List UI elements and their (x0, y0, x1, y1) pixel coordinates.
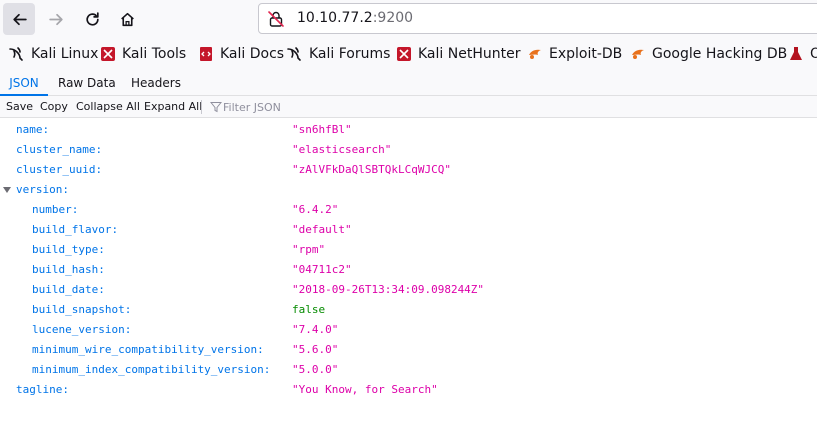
forward-button[interactable] (40, 3, 72, 35)
json-toolbar: Save Copy Collapse All Expand All (0, 96, 817, 118)
bookmark-label: Kali Linux (31, 46, 99, 62)
expand-all-button[interactable]: Expand All (144, 100, 202, 114)
save-button[interactable]: Save (6, 100, 33, 114)
json-row[interactable]: tagline: "You Know, for Search" (0, 380, 817, 400)
bookmark-label: Kali NetHunter (418, 46, 521, 62)
json-row[interactable]: minimum_index_compatibility_version: "5.… (0, 360, 817, 380)
exploit-db-icon (529, 49, 541, 59)
filter-icon (210, 102, 222, 113)
bookmark-kali-nethunter[interactable]: Kali NetHunter (396, 45, 520, 63)
bookmark-exploit-db[interactable]: Exploit-DB (527, 45, 622, 63)
expand-toggle-icon[interactable] (3, 187, 11, 193)
json-value: "04711c2" (292, 263, 352, 276)
json-key: build_snapshot: (32, 303, 132, 316)
json-row[interactable]: build_hash: "04711c2" (0, 260, 817, 280)
kali-nethunter-icon (397, 47, 411, 61)
toolbar-divider (201, 100, 202, 114)
json-key: lucene_version: (32, 323, 132, 336)
address-bar[interactable]: 10.10.77.2:9200 (258, 3, 817, 34)
insecure-lock-icon (268, 11, 284, 27)
json-value: "7.4.0" (292, 323, 339, 336)
kali-dragon-icon (9, 47, 23, 61)
json-row[interactable]: build_type: "rpm" (0, 240, 817, 260)
bookmark-kali-tools[interactable]: Kali Tools (100, 45, 186, 63)
json-key: name: (16, 123, 50, 136)
json-row[interactable]: number: "6.4.2" (0, 200, 817, 220)
json-value: "sn6hfBl" (292, 123, 352, 136)
json-value: "elasticsearch" (292, 143, 392, 156)
json-value: "rpm" (292, 243, 326, 256)
bookmark-kali-docs[interactable]: Kali Docs (198, 45, 284, 63)
json-key: build_hash: (32, 263, 105, 276)
home-icon (120, 12, 134, 26)
url-host: 10.10.77.2 (297, 10, 373, 26)
json-key: cluster_uuid: (16, 163, 103, 176)
json-value: "5.0.0" (292, 363, 339, 376)
offsec-icon (790, 47, 802, 60)
home-button[interactable] (111, 3, 143, 35)
json-key: build_type: (32, 243, 105, 256)
url-port: :9200 (372, 10, 414, 26)
tab-json[interactable]: JSON (0, 70, 48, 96)
collapse-all-button[interactable]: Collapse All (76, 100, 140, 114)
json-value: false (292, 303, 326, 316)
navigation-toolbar: 10.10.77.2:9200 (0, 0, 817, 38)
kali-docs-icon (200, 47, 212, 61)
kali-tools-icon (101, 47, 115, 61)
json-value: "6.4.2" (292, 203, 339, 216)
bookmark-google-hacking-db[interactable]: Google Hacking DB (630, 45, 787, 63)
json-key: minimum_wire_compatibility_version: (32, 343, 264, 356)
json-key: build_flavor: (32, 223, 119, 236)
json-row[interactable]: build_snapshot: false (0, 300, 817, 320)
json-row[interactable]: lucene_version: "7.4.0" (0, 320, 817, 340)
exploit-db-icon (632, 49, 644, 59)
json-key: version: (16, 183, 69, 196)
bookmark-offsec[interactable]: O (788, 45, 817, 63)
bookmark-label: Kali Docs (220, 46, 285, 62)
tab-raw-data[interactable]: Raw Data (58, 70, 116, 96)
json-key: number: (32, 203, 79, 216)
bookmark-label: Kali Tools (122, 46, 187, 62)
json-key: build_date: (32, 283, 105, 296)
bookmark-kali-forums[interactable]: Kali Forums (287, 45, 390, 63)
bookmark-label: Exploit-DB (549, 46, 623, 62)
json-value: "You Know, for Search" (292, 383, 438, 396)
json-key: minimum_index_compatibility_version: (32, 363, 271, 376)
arrow-left-icon (12, 13, 27, 25)
arrow-right-icon (48, 13, 63, 25)
json-row[interactable]: cluster_name: "elasticsearch" (0, 140, 817, 160)
json-row[interactable]: cluster_uuid: "zAlVFkDaQlSBTQkLCqWJCQ" (0, 160, 817, 180)
json-key: tagline: (16, 383, 69, 396)
json-value: "2018-09-26T13:34:09.098244Z" (292, 283, 485, 296)
kali-dragon-icon (287, 47, 301, 61)
copy-button[interactable]: Copy (40, 100, 68, 114)
bookmark-label: Google Hacking DB (652, 46, 788, 62)
reload-icon (85, 11, 99, 26)
tab-headers[interactable]: Headers (131, 70, 181, 96)
json-row[interactable]: build_flavor: "default" (0, 220, 817, 240)
json-tree: name: "sn6hfBl" cluster_name: "elasticse… (0, 119, 817, 426)
filter-json-input[interactable] (223, 98, 523, 116)
json-row[interactable]: build_date: "2018-09-26T13:34:09.098244Z… (0, 280, 817, 300)
json-value: "zAlVFkDaQlSBTQkLCqWJCQ" (292, 163, 451, 176)
bookmark-label: O (810, 46, 817, 62)
json-row[interactable]: name: "sn6hfBl" (0, 120, 817, 140)
json-value: "default" (292, 223, 352, 236)
bookmark-label: Kali Forums (309, 46, 391, 62)
url-text: 10.10.77.2:9200 (297, 10, 413, 26)
json-viewer-tabs: JSON Raw Data Headers (0, 70, 817, 96)
bookmarks-toolbar: Kali Linux Kali Tools Kali Docs Kali For… (0, 38, 817, 70)
json-value: "5.6.0" (292, 343, 339, 356)
json-row-version[interactable]: version: (0, 180, 817, 200)
reload-button[interactable] (76, 3, 108, 35)
json-row[interactable]: minimum_wire_compatibility_version: "5.6… (0, 340, 817, 360)
json-key: cluster_name: (16, 143, 103, 156)
bookmark-kali-linux[interactable]: Kali Linux (9, 45, 98, 63)
back-button[interactable] (3, 3, 35, 35)
